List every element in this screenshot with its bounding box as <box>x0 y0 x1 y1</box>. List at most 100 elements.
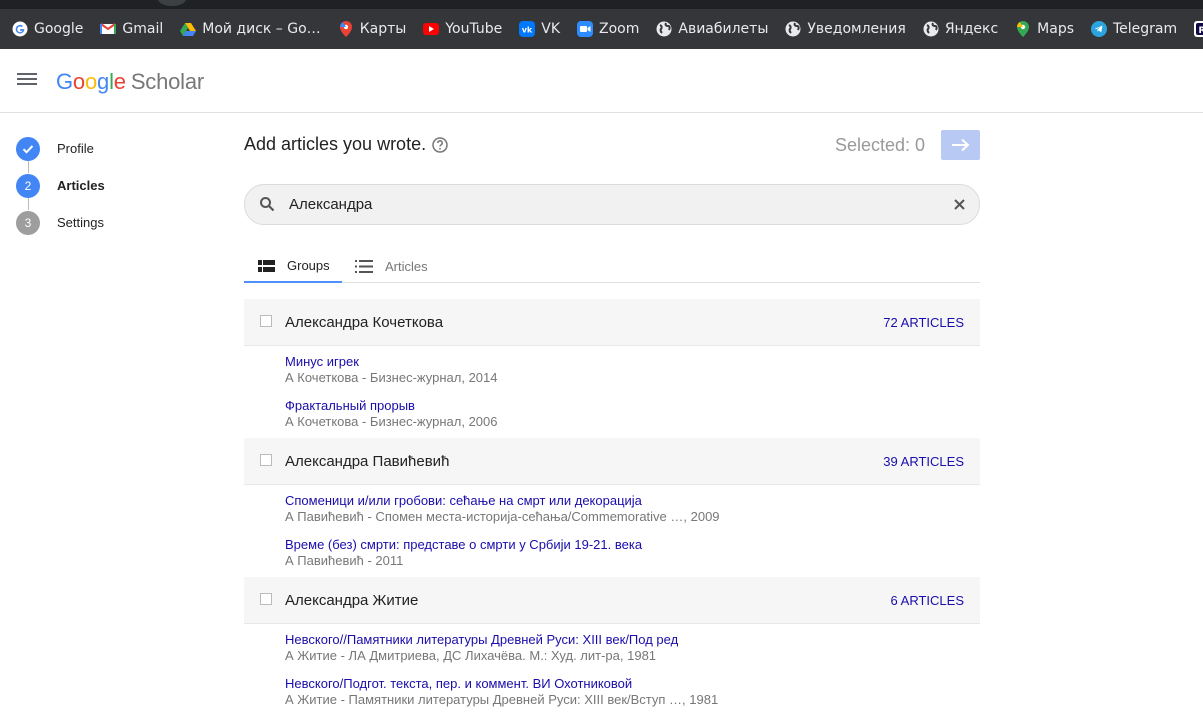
article-meta: А Павићевић - 2011 <box>285 553 404 568</box>
tab-groups[interactable]: Groups <box>244 250 342 283</box>
article-item: Невского/Подгот. текста, пер. и коммент.… <box>285 676 980 708</box>
group-articles: Невского//Памятники литературы Древней Р… <box>244 624 980 716</box>
telegram-icon <box>1091 21 1107 37</box>
bookmark-maps[interactable]: Карты <box>338 21 406 37</box>
article-count-link[interactable]: 6 ARTICLES <box>891 593 964 608</box>
article-count-link[interactable]: 72 ARTICLES <box>883 315 964 330</box>
author-name: Александра Житие <box>285 592 419 609</box>
article-title-link[interactable]: Време (без) смрти: представе о смрти у С… <box>285 537 980 553</box>
clear-icon[interactable] <box>952 197 967 217</box>
article-title-link[interactable]: Минус игрек <box>285 354 980 370</box>
group-articles: Споменици и/или гробови: сећање на смрт … <box>244 485 980 577</box>
help-icon[interactable] <box>431 136 449 154</box>
gmail-icon <box>100 21 117 37</box>
bookmark-vk[interactable]: vk VK <box>519 21 560 37</box>
bookmark-maps-2[interactable]: Maps <box>1015 21 1074 37</box>
bookmark-label: Google <box>34 21 84 37</box>
article-meta: А Кочеткова - Бизнес-журнал, 2014 <box>285 370 498 385</box>
group-checkbox[interactable] <box>260 454 272 466</box>
author-name: Александра Кочеткова <box>285 314 444 331</box>
maps-pin-icon <box>338 21 354 37</box>
tab-articles[interactable]: Articles <box>355 250 428 283</box>
search-query: Александра <box>289 196 373 213</box>
search-icon <box>259 196 275 217</box>
author-name: Александра Павићевић <box>285 453 450 470</box>
hamburger-menu-icon[interactable] <box>16 70 38 92</box>
article-item: Минус игрек А Кочеткова - Бизнес-журнал,… <box>285 354 980 386</box>
author-group: Александра Житие 6 ARTICLES Невского//Па… <box>244 577 980 716</box>
browser-tabstrip <box>0 0 1203 9</box>
google-icon <box>12 21 28 37</box>
arrow-right-icon <box>951 138 969 152</box>
article-item: Фрактальный прорыв А Кочеткова - Бизнес-… <box>285 398 980 430</box>
bookmark-drive[interactable]: Мой диск – Go… <box>180 21 321 37</box>
bookmark-rutube[interactable]: R Ru <box>1194 21 1203 37</box>
step-number: 2 <box>16 173 40 198</box>
zoom-icon <box>577 21 594 37</box>
tab-edge <box>158 0 186 6</box>
article-meta: А Павићевић - Спомен места-историја-сећа… <box>285 509 720 524</box>
setup-steps: Profile 2 Articles 3 Settings <box>16 130 216 241</box>
author-group: Александра Кочеткова 72 ARTICLES Минус и… <box>244 299 980 438</box>
bookmark-label: Мой диск – Go… <box>202 21 321 37</box>
group-checkbox[interactable] <box>260 593 272 605</box>
bookmark-youtube[interactable]: YouTube <box>423 21 502 37</box>
group-header[interactable]: Александра Житие 6 ARTICLES <box>244 577 980 624</box>
author-group: Александра Павићевић 39 ARTICLES Спомени… <box>244 438 980 577</box>
bookmark-gmail[interactable]: Gmail <box>100 21 163 37</box>
drive-icon <box>180 21 197 37</box>
list-icon <box>355 260 373 273</box>
group-checkbox[interactable] <box>260 315 272 327</box>
step-label: Articles <box>57 178 105 193</box>
step-profile[interactable]: Profile <box>16 130 216 173</box>
youtube-icon <box>423 21 440 37</box>
header-row: Add articles you wrote. Selected: 0 <box>244 129 980 161</box>
logo-google: Google <box>56 69 126 94</box>
vk-icon: vk <box>519 21 536 37</box>
group-header[interactable]: Александра Кочеткова 72 ARTICLES <box>244 299 980 346</box>
bookmark-label: Gmail <box>122 21 164 37</box>
google-scholar-logo[interactable]: Google Scholar <box>56 69 204 95</box>
bookmark-zoom[interactable]: Zoom <box>577 21 639 37</box>
article-item: Невского//Памятники литературы Древней Р… <box>285 632 980 664</box>
svg-text:R: R <box>1199 26 1203 36</box>
article-meta: А Кочеткова - Бизнес-журнал, 2006 <box>285 414 498 429</box>
article-item: Време (без) смрти: представе о смрти у С… <box>285 537 980 569</box>
article-title-link[interactable]: Невского//Памятники литературы Древней Р… <box>285 632 980 648</box>
next-button[interactable] <box>941 130 980 160</box>
rutube-icon: R <box>1194 21 1203 37</box>
globe-icon <box>785 21 801 37</box>
search-input[interactable]: Александра <box>244 184 980 225</box>
bookmark-google[interactable]: Google <box>12 21 83 37</box>
group-header[interactable]: Александра Павићевић 39 ARTICLES <box>244 438 980 485</box>
maps-pin-icon <box>1015 21 1031 37</box>
bookmark-label: Zoom <box>599 21 640 37</box>
bookmark-notifications[interactable]: Уведомления <box>785 21 906 37</box>
article-title-link[interactable]: Фрактальный прорыв <box>285 398 980 414</box>
bookmark-label: Telegram <box>1113 21 1178 37</box>
article-count-link[interactable]: 39 ARTICLES <box>883 454 964 469</box>
step-label: Settings <box>57 215 104 230</box>
bookmark-yandex[interactable]: Яндекс <box>923 21 998 37</box>
bookmark-label: YouTube <box>445 21 503 37</box>
step-articles[interactable]: 2 Articles <box>16 167 216 210</box>
bookmark-label: VK <box>541 21 561 37</box>
bookmark-aviabilety[interactable]: Авиабилеты <box>656 21 768 37</box>
bookmarks-bar: Google Gmail Мой диск – Go… Карты YouTub… <box>0 9 1203 49</box>
logo-scholar: Scholar <box>130 69 205 94</box>
globe-icon <box>656 21 672 37</box>
step-settings[interactable]: 3 Settings <box>16 204 216 241</box>
article-title-link[interactable]: Споменици и/или гробови: сећање на смрт … <box>285 493 980 509</box>
bookmark-label: Яндекс <box>944 21 999 37</box>
bookmark-telegram[interactable]: Telegram <box>1091 21 1177 37</box>
view-list-icon <box>258 259 275 272</box>
article-title-link[interactable]: Невского/Подгот. текста, пер. и коммент.… <box>285 676 980 692</box>
tab-label: Articles <box>385 259 428 274</box>
check-icon <box>16 136 40 161</box>
group-articles: Минус игрек А Кочеткова - Бизнес-журнал,… <box>244 346 980 438</box>
article-item: Споменици и/или гробови: сећање на смрт … <box>285 493 980 525</box>
view-tabs: Groups Articles <box>244 250 980 283</box>
article-meta: А Житие - ЛА Дмитриева, ДС Лихачёва. М.:… <box>285 648 657 663</box>
article-meta: А Житие - Памятники литературы Древней Р… <box>285 692 719 707</box>
svg-text:vk: vk <box>522 26 533 35</box>
